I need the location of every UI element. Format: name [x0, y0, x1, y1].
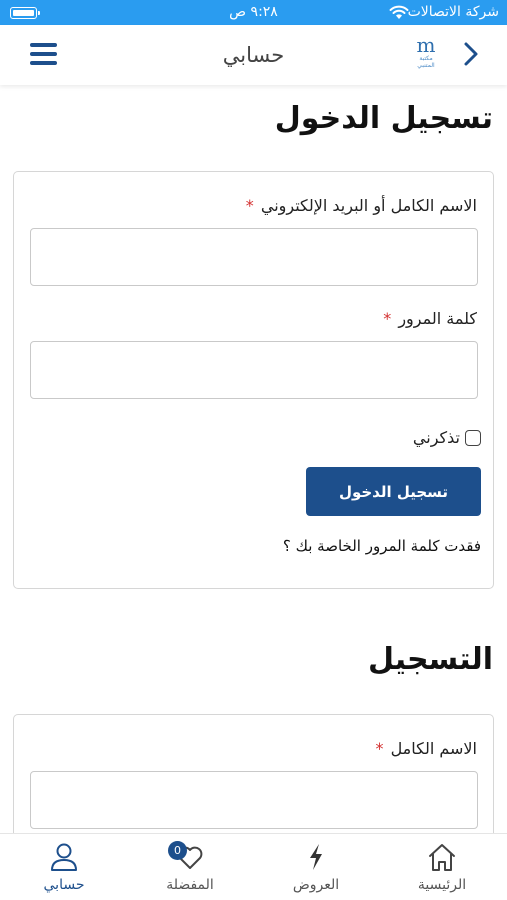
remember-label: تذكرني — [412, 428, 460, 447]
tab-account-label: حسابي — [43, 877, 85, 893]
remember-checkbox[interactable] — [465, 429, 481, 446]
remember-me[interactable]: تذكرني — [413, 428, 481, 447]
password-label-text: كلمة المرور — [398, 309, 477, 328]
login-title: تسجيل الدخول — [274, 101, 493, 136]
login-card: الاسم الكامل أو البريد الإلكتروني * كلمة… — [13, 171, 494, 589]
wifi-icon — [389, 5, 409, 19]
lightning-icon — [310, 844, 322, 870]
password-label: كلمة المرور * — [383, 309, 477, 328]
logo-text: مكتبة المتنبي — [417, 55, 435, 69]
username-label: الاسم الكامل أو البريد الإلكتروني * — [246, 196, 477, 215]
required-mark: * — [375, 739, 384, 758]
tab-account[interactable]: حسابي — [14, 840, 114, 898]
favorites-badge: 0 — [168, 841, 187, 860]
status-bar: ٩:٢٨ ص شركة الاتصالات — [0, 0, 507, 25]
logo-mark: m — [416, 33, 436, 57]
chevron-right-icon[interactable] — [461, 41, 481, 67]
required-mark: * — [245, 196, 254, 215]
tab-offers[interactable]: العروض — [266, 840, 366, 898]
fullname-label-text: الاسم الكامل — [390, 739, 477, 758]
bottom-tab-bar: حسابي 0 المفضلة العروض الرئيسية — [0, 833, 507, 900]
carrier-name: شركة الاتصالات — [407, 4, 499, 20]
tab-offers-label: العروض — [292, 877, 340, 893]
user-icon — [51, 843, 77, 871]
store-logo: m مكتبة المتنبي — [411, 35, 441, 73]
tab-favorites-label: المفضلة — [166, 877, 214, 893]
top-nav-bar: حسابي m مكتبة المتنبي — [0, 25, 507, 85]
account-content: تسجيل الدخول الاسم الكامل أو البريد الإل… — [0, 85, 507, 854]
forgot-password-link[interactable]: فقدت كلمة المرور الخاصة بك ؟ — [283, 537, 481, 555]
home-icon — [429, 844, 455, 871]
required-mark: * — [383, 309, 392, 328]
username-label-text: الاسم الكامل أو البريد الإلكتروني — [260, 196, 477, 215]
tab-home[interactable]: الرئيسية — [392, 840, 492, 898]
password-input[interactable] — [30, 341, 478, 399]
fullname-label: الاسم الكامل * — [375, 739, 477, 758]
tab-favorites[interactable]: 0 المفضلة — [140, 840, 240, 898]
login-button[interactable]: تسجيل الدخول — [306, 467, 481, 516]
fullname-input[interactable] — [30, 771, 478, 829]
register-title: التسجيل — [368, 642, 493, 677]
tab-home-label: الرئيسية — [417, 877, 467, 893]
username-input[interactable] — [30, 228, 478, 286]
